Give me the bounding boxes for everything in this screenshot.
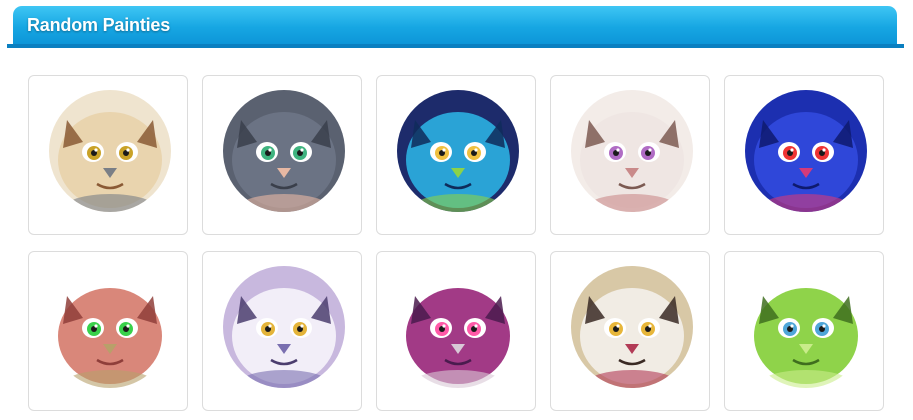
paintie-avatar-green-dragon[interactable] [745,266,867,388]
paintie-avatar-pink-lizard[interactable] [49,266,171,388]
paintie-avatar-blue-monster[interactable] [745,90,867,212]
paintie-card[interactable] [376,75,536,235]
paintie-card[interactable] [376,251,536,411]
paintie-card[interactable] [724,75,884,235]
paintie-card[interactable] [724,251,884,411]
paintie-card[interactable] [202,251,362,411]
paintie-avatar-rainbow-fox[interactable] [397,90,519,212]
paintie-avatar-gray-cat[interactable] [223,90,345,212]
paintie-card[interactable] [550,75,710,235]
paintie-avatar-white-tiger[interactable] [571,90,693,212]
painties-grid [0,0,913,420]
paintie-card[interactable] [202,75,362,235]
paintie-card[interactable] [28,75,188,235]
paintie-avatar-owl[interactable] [49,90,171,212]
paintie-card[interactable] [550,251,710,411]
paintie-avatar-purple-dragon[interactable] [397,266,519,388]
paintie-avatar-skull-flower[interactable] [571,266,693,388]
paintie-avatar-snow-leopard[interactable] [223,266,345,388]
paintie-card[interactable] [28,251,188,411]
